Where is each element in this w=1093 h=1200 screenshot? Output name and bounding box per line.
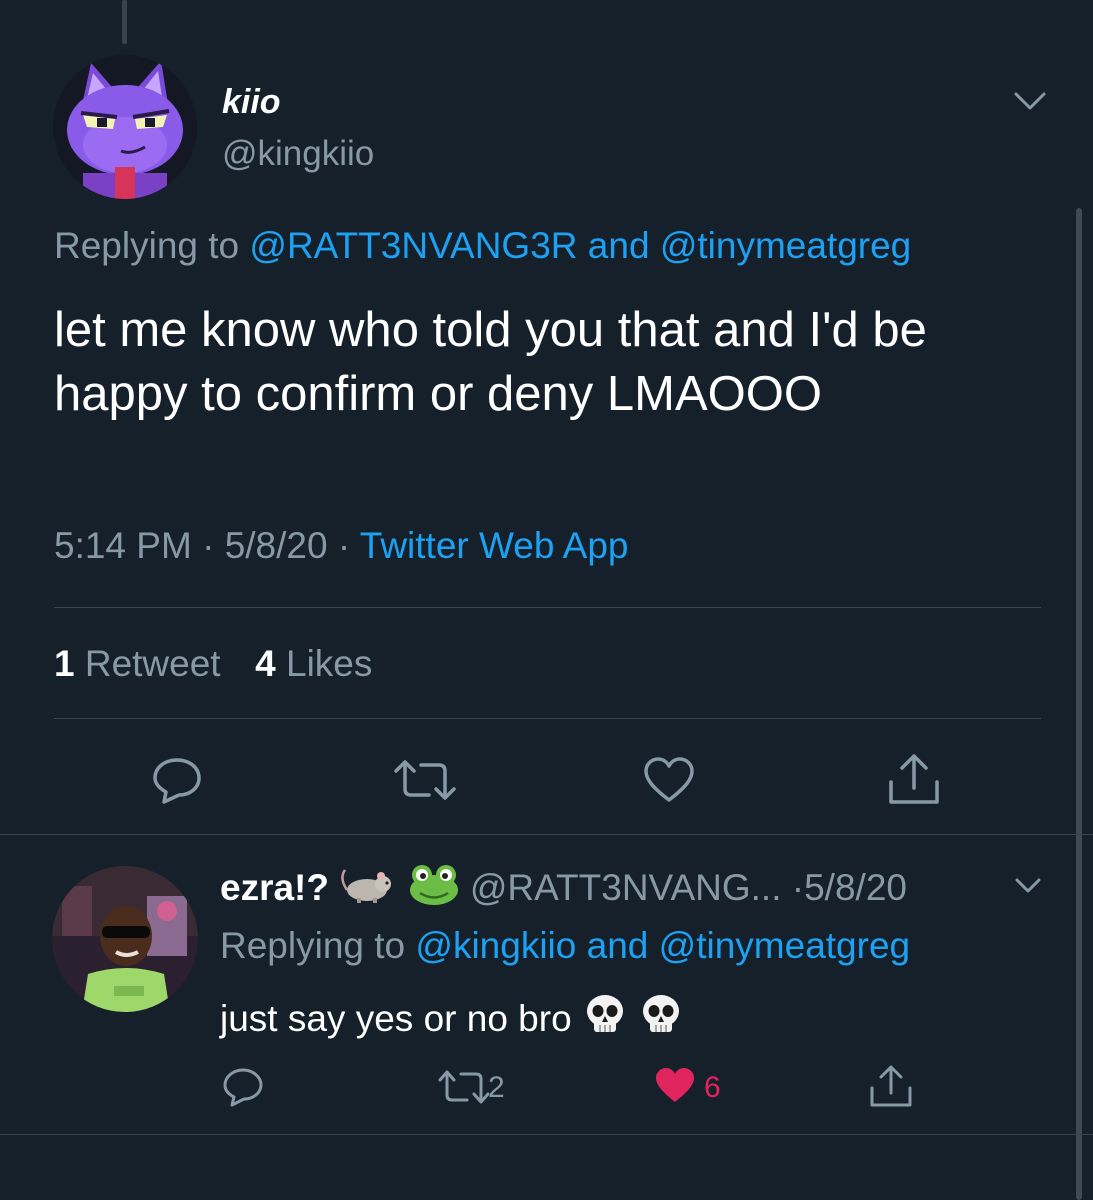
retweet-label: Retweet [74, 643, 221, 684]
like-count: 6 [704, 1071, 721, 1104]
replying-prefix: Replying to [220, 925, 416, 966]
likes-stat[interactable]: 4 Likes [255, 643, 372, 684]
skull-emoji-icon [582, 992, 628, 1050]
tweet-text: just say yes or no bro [220, 992, 684, 1050]
retweet-icon[interactable] [438, 1068, 490, 1111]
reply-date[interactable]: ·5/8/20 [782, 867, 907, 908]
mention-link[interactable]: @tinymeatgreg [660, 225, 911, 266]
like-count: 4 [255, 643, 276, 684]
replying-and[interactable]: and [578, 225, 660, 266]
like-label: Likes [275, 643, 373, 684]
thread-connector-line [122, 0, 127, 44]
tweet-stats: 1 Retweet 4 Likes [54, 640, 372, 688]
replying-to: Replying to @RATT3NVANG3R and @tinymeatg… [54, 222, 911, 270]
divider [0, 1134, 1093, 1135]
chevron-down-icon[interactable] [1010, 84, 1050, 118]
reply-icon[interactable] [221, 1066, 265, 1113]
mention-link[interactable]: @tinymeatgreg [659, 925, 910, 966]
avatar-image [53, 55, 197, 199]
retweet-count: 2 [488, 1071, 505, 1104]
divider [0, 834, 1093, 835]
tweet-date[interactable]: 5/8/20 [225, 525, 328, 566]
divider [54, 607, 1041, 608]
display-name[interactable]: kiio [222, 80, 281, 124]
share-icon[interactable] [886, 752, 942, 811]
heart-icon[interactable] [642, 756, 696, 809]
heart-filled-icon[interactable] [654, 1066, 696, 1109]
replying-to: Replying to @kingkiio and @tinymeatgreg [220, 922, 910, 970]
mention-link[interactable]: @kingkiio [415, 925, 576, 966]
avatar-image [52, 866, 198, 1012]
frog-emoji-icon [408, 862, 460, 918]
avatar[interactable] [53, 55, 197, 199]
tweet-text: let me know who told you that and I'd be… [54, 303, 927, 421]
reply-icon[interactable] [150, 755, 204, 810]
reply-header: ezra!? @RATT3NVANG... ·5/8/20 [220, 862, 907, 918]
scrollbar[interactable] [1076, 208, 1082, 1200]
divider [54, 718, 1041, 719]
chevron-down-icon[interactable] [1012, 872, 1044, 900]
rat-emoji-icon [339, 864, 397, 916]
meta-separator: · [191, 525, 225, 566]
skull-emoji-icon [638, 992, 684, 1050]
meta-separator: · [327, 525, 360, 566]
replying-and[interactable]: and [576, 925, 658, 966]
user-handle[interactable]: @RATT3NVANG... [470, 867, 782, 908]
reply-text: just say yes or no bro [220, 997, 572, 1039]
display-name[interactable]: ezra!? [220, 867, 329, 908]
share-icon[interactable] [868, 1064, 914, 1113]
retweets-stat[interactable]: 1 Retweet [54, 643, 221, 684]
tweet-meta: 5:14 PM · 5/8/20 · Twitter Web App [54, 522, 629, 570]
mention-link[interactable]: @RATT3NVANG3R [249, 225, 577, 266]
avatar[interactable] [52, 866, 198, 1012]
user-handle[interactable]: @kingkiio [222, 132, 374, 176]
retweet-count: 1 [54, 643, 75, 684]
tweet-time[interactable]: 5:14 PM [54, 525, 192, 566]
retweet-icon[interactable] [394, 757, 456, 808]
tweet-source[interactable]: Twitter Web App [360, 525, 629, 566]
replying-prefix: Replying to [54, 225, 250, 266]
